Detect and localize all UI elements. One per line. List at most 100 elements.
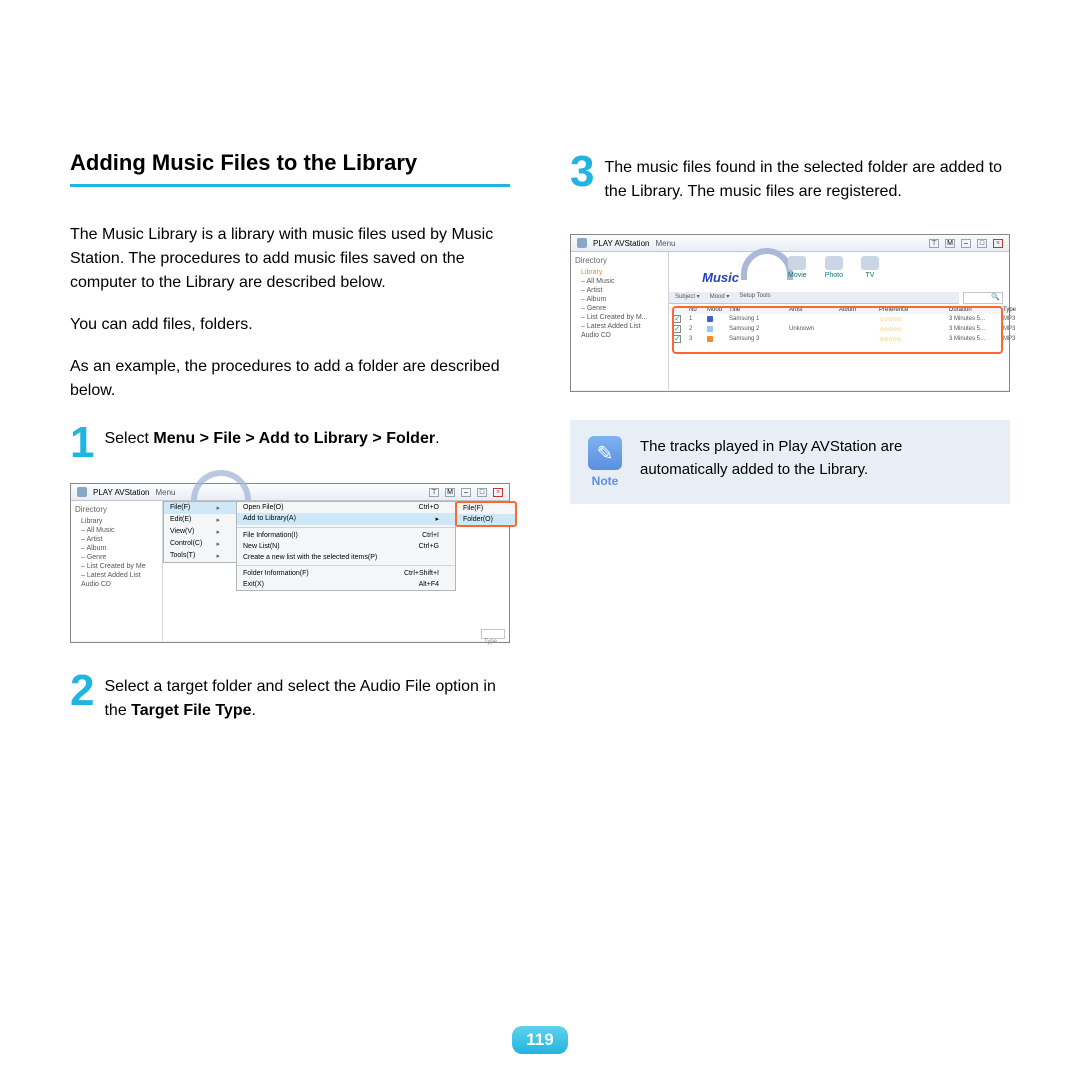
screenshot2-main: Music Movie Photo TV 🔍 Subject ▾ Mood ▾ … <box>669 252 1009 390</box>
two-column-layout: Adding Music Files to the Library The Mu… <box>70 150 1010 737</box>
window-menu-icon[interactable]: M <box>445 488 455 497</box>
menu-item-create-list-selected[interactable]: Create a new list with the selected item… <box>237 552 455 563</box>
page-number-wrap: 119 <box>0 1026 1080 1054</box>
screenshot1-main: 🔍 File(F)▸ Edit(E)▸ View(V)▸ Control(C)▸… <box>163 501 509 641</box>
app-logo-icon <box>577 238 587 248</box>
right-column: 3 The music files found in the selected … <box>570 150 1010 737</box>
menu-item-file[interactable]: File(F)▸ <box>164 502 236 514</box>
menu-separator <box>237 565 455 566</box>
window-minimize-icon[interactable]: – <box>961 239 971 248</box>
menu-item-folder-submenu[interactable]: Folder(O) <box>457 514 515 525</box>
filter-setup-tools[interactable]: Setup Tools <box>739 293 770 302</box>
window-controls: ⊤ M – □ × <box>929 239 1003 248</box>
window-minimize-icon[interactable]: – <box>461 488 471 497</box>
library-highlight-box <box>672 306 1003 354</box>
window-maximize-icon[interactable]: □ <box>477 488 487 497</box>
sidebar-item[interactable]: – List Created by Me <box>75 562 158 571</box>
intro-paragraph-2: You can add files, folders. <box>70 313 510 337</box>
menu-item-add-to-library[interactable]: Add to Library(A)▸ <box>237 513 455 525</box>
menu-item-folder-info[interactable]: Folder Information(F)Ctrl+Shift+I <box>237 568 455 579</box>
tab-tv[interactable]: TV <box>861 256 879 279</box>
window-pin-icon[interactable]: ⊤ <box>929 239 939 248</box>
step-1-number: 1 <box>70 421 94 465</box>
screenshot1-menu-label: Menu <box>155 488 175 497</box>
window-controls: ⊤ M – □ × <box>429 488 503 497</box>
menu-level-1: File(F)▸ Edit(E)▸ View(V)▸ Control(C)▸ T… <box>163 501 237 563</box>
screenshot2-sidebar: Directory Library – All Music – Artist –… <box>571 252 669 390</box>
screenshot2-app-title: PLAY AVStation <box>593 239 649 248</box>
window-menu-icon[interactable]: M <box>945 239 955 248</box>
step-1-bold: Menu > File > Add to Library > Folder <box>153 430 435 447</box>
sidebar-item[interactable]: – Artist <box>75 535 158 544</box>
col-type[interactable]: Type <box>1003 307 1031 313</box>
screenshot-library: PLAY AVStation Menu ⊤ M – □ × Directory … <box>570 234 1010 392</box>
sidebar-item[interactable]: – Album <box>575 295 664 304</box>
screenshot2-menu-label: Menu <box>655 239 675 248</box>
screenshot2-titlebar: PLAY AVStation Menu ⊤ M – □ × <box>571 235 1009 252</box>
pencil-icon: ✎ <box>588 436 622 470</box>
sidebar-title: Directory <box>575 256 664 265</box>
step-2-text: Select a target folder and select the Au… <box>104 669 510 723</box>
app-logo-icon <box>77 487 87 497</box>
step-2-suffix: . <box>252 702 256 719</box>
menu-item-file-submenu[interactable]: File(F) <box>457 503 515 514</box>
sidebar-item[interactable]: – All Music <box>575 277 664 286</box>
sidebar-item[interactable]: – All Music <box>75 526 158 535</box>
window-maximize-icon[interactable]: □ <box>977 239 987 248</box>
sidebar-item[interactable]: – Artist <box>575 286 664 295</box>
menu-item-view[interactable]: View(V)▸ <box>164 526 236 538</box>
sidebar-item[interactable]: – Genre <box>575 304 664 313</box>
sidebar-item[interactable]: – Album <box>75 544 158 553</box>
filter-mood[interactable]: Mood ▾ <box>710 293 730 302</box>
step-1-text: Select Menu > File > Add to Library > Fo… <box>104 421 439 465</box>
note-label: Note <box>588 474 622 488</box>
sidebar-item[interactable]: Audio CD <box>575 331 664 340</box>
window-close-icon[interactable]: × <box>993 239 1003 248</box>
row-type: MP3 <box>1003 326 1031 332</box>
sidebar-item[interactable]: Library <box>575 268 664 277</box>
search-box[interactable]: 🔍 <box>963 292 1003 304</box>
tab-photo[interactable]: Photo <box>825 256 843 279</box>
left-column: Adding Music Files to the Library The Mu… <box>70 150 510 737</box>
sidebar-item[interactable]: Audio CD <box>75 580 158 589</box>
headphones-icon <box>191 470 251 500</box>
row-type: MP3 <box>1003 336 1031 342</box>
intro-paragraph-1: The Music Library is a library with musi… <box>70 223 510 295</box>
menu-item-control[interactable]: Control(C)▸ <box>164 538 236 550</box>
menu-item-tools[interactable]: Tools(T)▸ <box>164 550 236 562</box>
menu-item-new-list[interactable]: New List(N)Ctrl+G <box>237 541 455 552</box>
menu-level-3-highlight: File(F) Folder(O) <box>455 501 517 527</box>
page-number: 119 <box>512 1026 567 1054</box>
menu-item-exit[interactable]: Exit(X)Alt+F4 <box>237 579 455 590</box>
menu-item-file-info[interactable]: File Information(I)Ctrl+I <box>237 530 455 541</box>
filter-subject[interactable]: Subject ▾ <box>675 293 700 302</box>
page: Adding Music Files to the Library The Mu… <box>0 0 1080 1080</box>
step-2: 2 Select a target folder and select the … <box>70 669 510 723</box>
screenshot2-body: Directory Library – All Music – Artist –… <box>571 252 1009 390</box>
window-close-icon[interactable]: × <box>493 488 503 497</box>
step-3-number: 3 <box>570 150 594 204</box>
note-icon-block: ✎ Note <box>588 436 622 488</box>
tv-icon <box>861 256 879 270</box>
screenshot1-app-title: PLAY AVStation <box>93 488 149 497</box>
row-type: MP3 <box>1003 316 1031 322</box>
menu-item-open-file[interactable]: Open File(O)Ctrl+O <box>237 502 455 513</box>
window-pin-icon[interactable]: ⊤ <box>429 488 439 497</box>
screenshot1-titlebar: PLAY AVStation Menu ⊤ M – □ × <box>71 484 509 501</box>
sidebar-item[interactable]: – Latest Added List <box>575 322 664 331</box>
sidebar-item[interactable]: – List Created by M... <box>575 313 664 322</box>
menu-level-2: Open File(O)Ctrl+O Add to Library(A)▸ Fi… <box>236 501 456 591</box>
page-heading: Adding Music Files to the Library <box>70 150 510 187</box>
step-3: 3 The music files found in the selected … <box>570 150 1010 204</box>
tab-movie[interactable]: Movie <box>788 256 807 279</box>
intro-paragraph-3: As an example, the procedures to add a f… <box>70 355 510 403</box>
screenshot1-sidebar: Directory Library – All Music – Artist –… <box>71 501 163 641</box>
headphones-icon <box>741 248 793 280</box>
sidebar-item[interactable]: Library <box>75 517 158 526</box>
type-box: Type <box>481 629 505 639</box>
menu-separator <box>237 527 455 528</box>
menu-item-edit[interactable]: Edit(E)▸ <box>164 514 236 526</box>
sidebar-item[interactable]: – Genre <box>75 553 158 562</box>
sidebar-item[interactable]: – Latest Added List <box>75 571 158 580</box>
filter-row: Subject ▾ Mood ▾ Setup Tools <box>669 292 959 304</box>
